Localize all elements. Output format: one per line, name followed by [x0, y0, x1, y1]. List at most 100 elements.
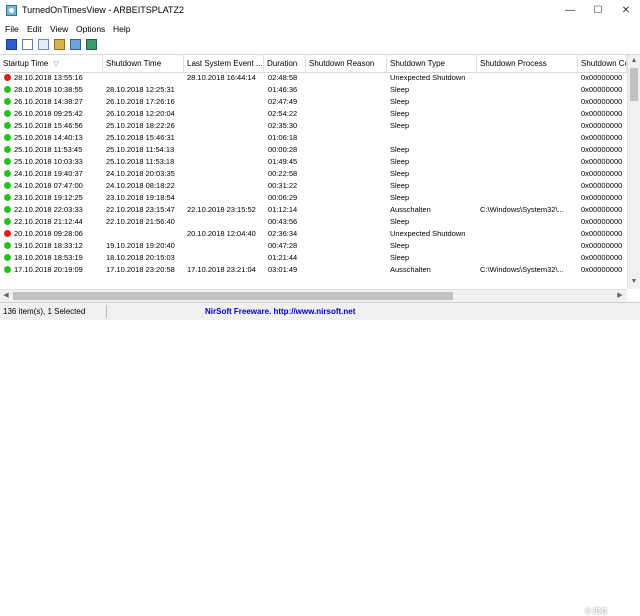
close-button[interactable]: ✕ [612, 0, 640, 22]
table-header: Startup Time ▽ Shutdown Time Last System … [0, 55, 627, 73]
maximize-button[interactable]: ☐ [584, 0, 612, 22]
table-row[interactable]: 22.10.2018 22:03:33 22.10.2018 23:15:47 22… [0, 204, 627, 216]
cell-last-event: 28.10.2018 16:44:14 [187, 73, 256, 82]
column-shutdown-type[interactable]: Shutdown Type [387, 55, 477, 72]
cell-duration: 02:36:34 [268, 229, 298, 238]
cell-code: 0x00000000 [581, 97, 623, 106]
cell-duration: 01:21:44 [268, 253, 298, 262]
ok-status-icon [4, 242, 11, 249]
item-count: 136 item(s), 1 Selected [3, 307, 86, 316]
cell-duration: 01:06:18 [268, 133, 298, 142]
cell-type: Unexpected Shutdown [390, 73, 466, 82]
menu-help[interactable]: Help [113, 24, 130, 34]
cell-last-event: 22.10.2018 23:15:52 [187, 205, 256, 214]
cell-code: 0x00000000 [581, 145, 623, 154]
table-row[interactable]: 23.10.2018 19:12:25 23.10.2018 19:18:54 00… [0, 192, 627, 204]
toolbar [0, 36, 640, 55]
menu-options[interactable]: Options [76, 24, 105, 34]
table-row[interactable]: 25.10.2018 14:40:13 25.10.2018 15:46:31 01… [0, 132, 627, 144]
cell-shutdown: 25.10.2018 11:53:18 [106, 157, 175, 166]
column-shutdown-reason[interactable]: Shutdown Reason [306, 55, 387, 72]
table-row[interactable]: 24.10.2018 19:40:37 24.10.2018 20:03:35 00… [0, 168, 627, 180]
vertical-scrollbar[interactable]: ▲ ▼ [627, 55, 640, 289]
cell-code: 0x00000000 [581, 121, 623, 130]
cell-type: Sleep [390, 121, 410, 130]
table-row[interactable]: 18.10.2018 18:53:19 18.10.2018 20:15:03 01… [0, 252, 627, 264]
cell-code: 0x00000000 [581, 217, 623, 226]
cell-type: Unexpected Shutdown [390, 229, 466, 238]
table-row[interactable]: 26.10.2018 09:25:42 26.10.2018 12:20:04 02… [0, 108, 627, 120]
table-row[interactable]: 25.10.2018 11:53:45 25.10.2018 11:54:13 00… [0, 144, 627, 156]
cell-shutdown: 22.10.2018 21:56:40 [106, 217, 175, 226]
column-last-system-event[interactable]: Last System Event ... [184, 55, 264, 72]
table-row[interactable]: 22.10.2018 21:12:44 22.10.2018 21:56:40 00… [0, 216, 627, 228]
table-row[interactable]: 24.10.2018 07:47:00 24.10.2018 08:18:22 00… [0, 180, 627, 192]
scroll-up-icon[interactable]: ▲ [628, 55, 640, 67]
horizontal-scroll-thumb[interactable] [13, 292, 453, 300]
cell-code: 0x00000000 [581, 157, 623, 166]
ok-status-icon [4, 146, 11, 153]
cell-shutdown: 28.10.2018 12:25:31 [106, 85, 175, 94]
cell-duration: 03:01:49 [268, 265, 298, 274]
scroll-left-icon[interactable]: ◀ [0, 290, 12, 302]
cell-process: C:\Windows\System32\... [480, 205, 564, 214]
cell-type: Sleep [390, 145, 410, 154]
table-row[interactable]: 28.10.2018 10:38:55 28.10.2018 12:25:31 01… [0, 84, 627, 96]
column-shutdown-process[interactable]: Shutdown Process [477, 55, 578, 72]
cell-type: Sleep [390, 85, 410, 94]
column-startup-time[interactable]: Startup Time ▽ [0, 55, 103, 72]
cell-type: Sleep [390, 181, 410, 190]
cell-startup: 23.10.2018 19:12:25 [14, 193, 83, 202]
cell-type: Sleep [390, 169, 410, 178]
column-shutdown-time[interactable]: Shutdown Time [103, 55, 184, 72]
cell-type: Sleep [390, 97, 410, 106]
cell-type: Sleep [390, 157, 410, 166]
cell-duration: 00:43:56 [268, 217, 298, 226]
cell-duration: 01:12:14 [268, 205, 298, 214]
cell-duration: 02:54:22 [268, 109, 298, 118]
table-row[interactable]: 28.10.2018 13:55:16 28.10.2018 16:44:14 02… [0, 72, 627, 84]
table-row[interactable]: 20.10.2018 09:28:06 20.10.2018 12:04:40 02… [0, 228, 627, 240]
cell-duration: 00:47:28 [268, 241, 298, 250]
cell-startup: 17.10.2018 20:19:09 [14, 265, 83, 274]
save-icon[interactable] [6, 39, 17, 50]
properties-icon[interactable] [54, 39, 65, 50]
cell-shutdown: 26.10.2018 17:26:16 [106, 97, 175, 106]
html-report-icon[interactable] [22, 39, 33, 50]
idg-watermark: © IDG [585, 607, 608, 616]
minimize-button[interactable]: — [556, 0, 584, 22]
table-row[interactable]: 26.10.2018 14:38:27 26.10.2018 17:26:16 02… [0, 96, 627, 108]
menu-file[interactable]: File [5, 24, 19, 34]
refresh-icon[interactable] [70, 39, 81, 50]
cell-startup: 22.10.2018 21:12:44 [14, 217, 83, 226]
exit-icon[interactable] [86, 39, 97, 50]
cell-code: 0x00000000 [581, 253, 623, 262]
menu-edit[interactable]: Edit [27, 24, 42, 34]
cell-startup: 25.10.2018 15:46:56 [14, 121, 83, 130]
menu-view[interactable]: View [50, 24, 68, 34]
cell-code: 0x00000000 [581, 265, 623, 274]
cell-duration: 00:31:22 [268, 181, 298, 190]
table-row[interactable]: 25.10.2018 15:46:56 25.10.2018 18:22:26 02… [0, 120, 627, 132]
ok-status-icon [4, 122, 11, 129]
ok-status-icon [4, 86, 11, 93]
column-shutdown-code[interactable]: Shutdown Co [578, 55, 627, 72]
vertical-scroll-thumb[interactable] [630, 68, 638, 101]
horizontal-scrollbar[interactable]: ◀ ▶ [0, 289, 627, 302]
cell-startup: 28.10.2018 13:55:16 [14, 73, 83, 82]
scroll-down-icon[interactable]: ▼ [628, 276, 640, 288]
cell-type: Sleep [390, 193, 410, 202]
copy-icon[interactable] [38, 39, 49, 50]
ok-status-icon [4, 134, 11, 141]
table-row[interactable]: 25.10.2018 10:03:33 25.10.2018 11:53:18 01… [0, 156, 627, 168]
cell-code: 0x00000000 [581, 109, 623, 118]
cell-duration: 00:06:29 [268, 193, 298, 202]
cell-shutdown: 24.10.2018 20:03:35 [106, 169, 175, 178]
nirsoft-link[interactable]: NirSoft Freeware. http://www.nirsoft.net [205, 307, 355, 316]
scroll-right-icon[interactable]: ▶ [614, 290, 626, 302]
cell-code: 0x00000000 [581, 205, 623, 214]
column-duration[interactable]: Duration [264, 55, 306, 72]
table-row[interactable]: 17.10.2018 20:19:09 17.10.2018 23:20:58 17… [0, 264, 627, 276]
table-row[interactable]: 19.10.2018 18:33:12 19.10.2018 19:20:40 00… [0, 240, 627, 252]
cell-startup: 24.10.2018 07:47:00 [14, 181, 83, 190]
